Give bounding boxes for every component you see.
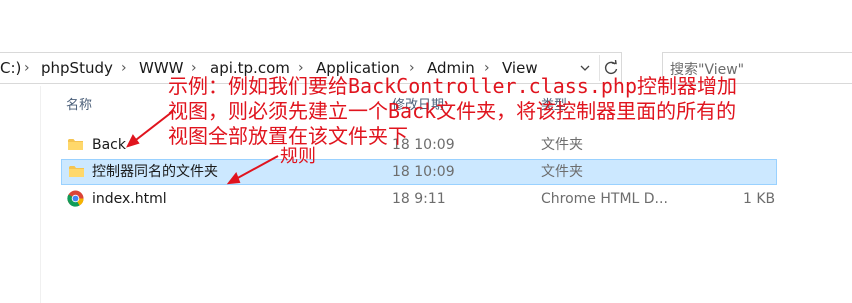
arrowhead-back-icon [126, 134, 140, 148]
annotation-arrows [126, 111, 279, 185]
arrow-to-back [131, 111, 173, 144]
arrow-to-controller-folder [233, 155, 279, 181]
arrowhead-rule-icon [226, 171, 241, 185]
